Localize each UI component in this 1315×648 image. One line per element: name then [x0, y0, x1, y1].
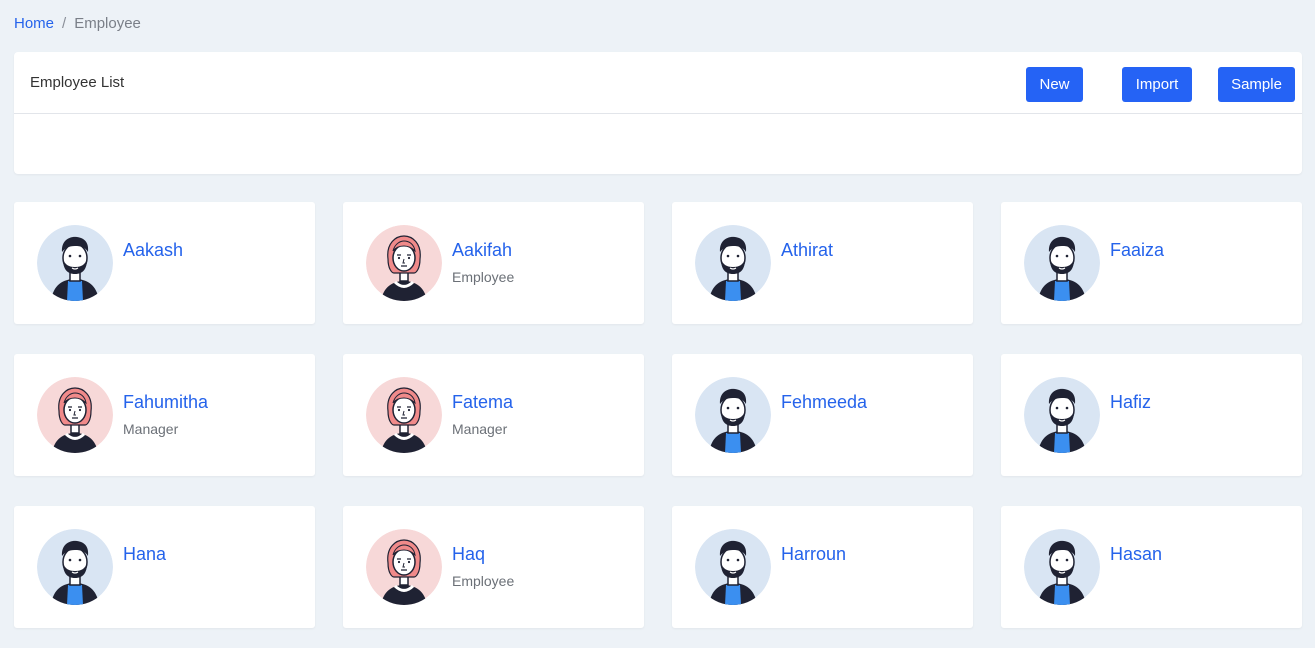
male-avatar-icon	[1024, 377, 1100, 453]
breadcrumb-current: Employee	[74, 15, 141, 32]
employee-name[interactable]: Haq	[452, 544, 485, 565]
avatar	[695, 529, 771, 605]
avatar	[1024, 529, 1100, 605]
employee-name[interactable]: Aakash	[123, 240, 183, 261]
sample-button[interactable]: Sample	[1218, 67, 1295, 102]
female-avatar-icon	[366, 377, 442, 453]
panel-header: Employee List New Import Sample	[14, 52, 1302, 114]
female-avatar-icon	[37, 377, 113, 453]
new-button[interactable]: New	[1026, 67, 1083, 102]
employee-name[interactable]: Fahumitha	[123, 392, 208, 413]
employee-card[interactable]: Hasan	[1001, 506, 1302, 628]
import-button[interactable]: Import	[1122, 67, 1192, 102]
employee-card[interactable]: Aakifah Employee	[343, 202, 644, 324]
avatar	[37, 529, 113, 605]
avatar	[37, 225, 113, 301]
employee-card[interactable]: Haq Employee	[343, 506, 644, 628]
breadcrumb-separator: /	[62, 15, 67, 32]
employee-card[interactable]: Hana	[14, 506, 315, 628]
employee-name[interactable]: Aakifah	[452, 240, 512, 261]
page-title: Employee List	[30, 74, 125, 91]
avatar	[366, 377, 442, 453]
employee-card[interactable]: Fahumitha Manager	[14, 354, 315, 476]
avatar	[366, 529, 442, 605]
breadcrumb-home-link[interactable]: Home	[14, 15, 54, 32]
avatar	[695, 377, 771, 453]
male-avatar-icon	[695, 377, 771, 453]
employee-card[interactable]: Hafiz	[1001, 354, 1302, 476]
employee-name[interactable]: Hasan	[1110, 544, 1162, 565]
employee-card[interactable]: Faaiza	[1001, 202, 1302, 324]
avatar	[695, 225, 771, 301]
male-avatar-icon	[1024, 529, 1100, 605]
avatar	[1024, 225, 1100, 301]
employee-grid: Aakash Aakifah Employee Athirat Faaiza F…	[14, 202, 1302, 628]
male-avatar-icon	[37, 225, 113, 301]
employee-name[interactable]: Faaiza	[1110, 240, 1164, 261]
female-avatar-icon	[366, 225, 442, 301]
employee-card[interactable]: Aakash	[14, 202, 315, 324]
employee-name[interactable]: Fehmeeda	[781, 392, 867, 413]
male-avatar-icon	[695, 225, 771, 301]
employee-role: Manager	[123, 421, 179, 437]
female-avatar-icon	[366, 529, 442, 605]
employee-list-panel: Employee List New Import Sample	[14, 52, 1302, 174]
avatar	[1024, 377, 1100, 453]
employee-card[interactable]: Harroun	[672, 506, 973, 628]
employee-role: Employee	[452, 573, 515, 589]
employee-name[interactable]: Harroun	[781, 544, 846, 565]
male-avatar-icon	[1024, 225, 1100, 301]
employee-card[interactable]: Athirat	[672, 202, 973, 324]
breadcrumb: Home / Employee	[14, 15, 141, 32]
avatar	[366, 225, 442, 301]
avatar	[37, 377, 113, 453]
employee-name[interactable]: Athirat	[781, 240, 833, 261]
male-avatar-icon	[37, 529, 113, 605]
employee-role: Manager	[452, 421, 508, 437]
employee-name[interactable]: Hana	[123, 544, 166, 565]
employee-name[interactable]: Hafiz	[1110, 392, 1151, 413]
employee-name[interactable]: Fatema	[452, 392, 513, 413]
employee-card[interactable]: Fatema Manager	[343, 354, 644, 476]
employee-card[interactable]: Fehmeeda	[672, 354, 973, 476]
male-avatar-icon	[695, 529, 771, 605]
employee-role: Employee	[452, 269, 515, 285]
